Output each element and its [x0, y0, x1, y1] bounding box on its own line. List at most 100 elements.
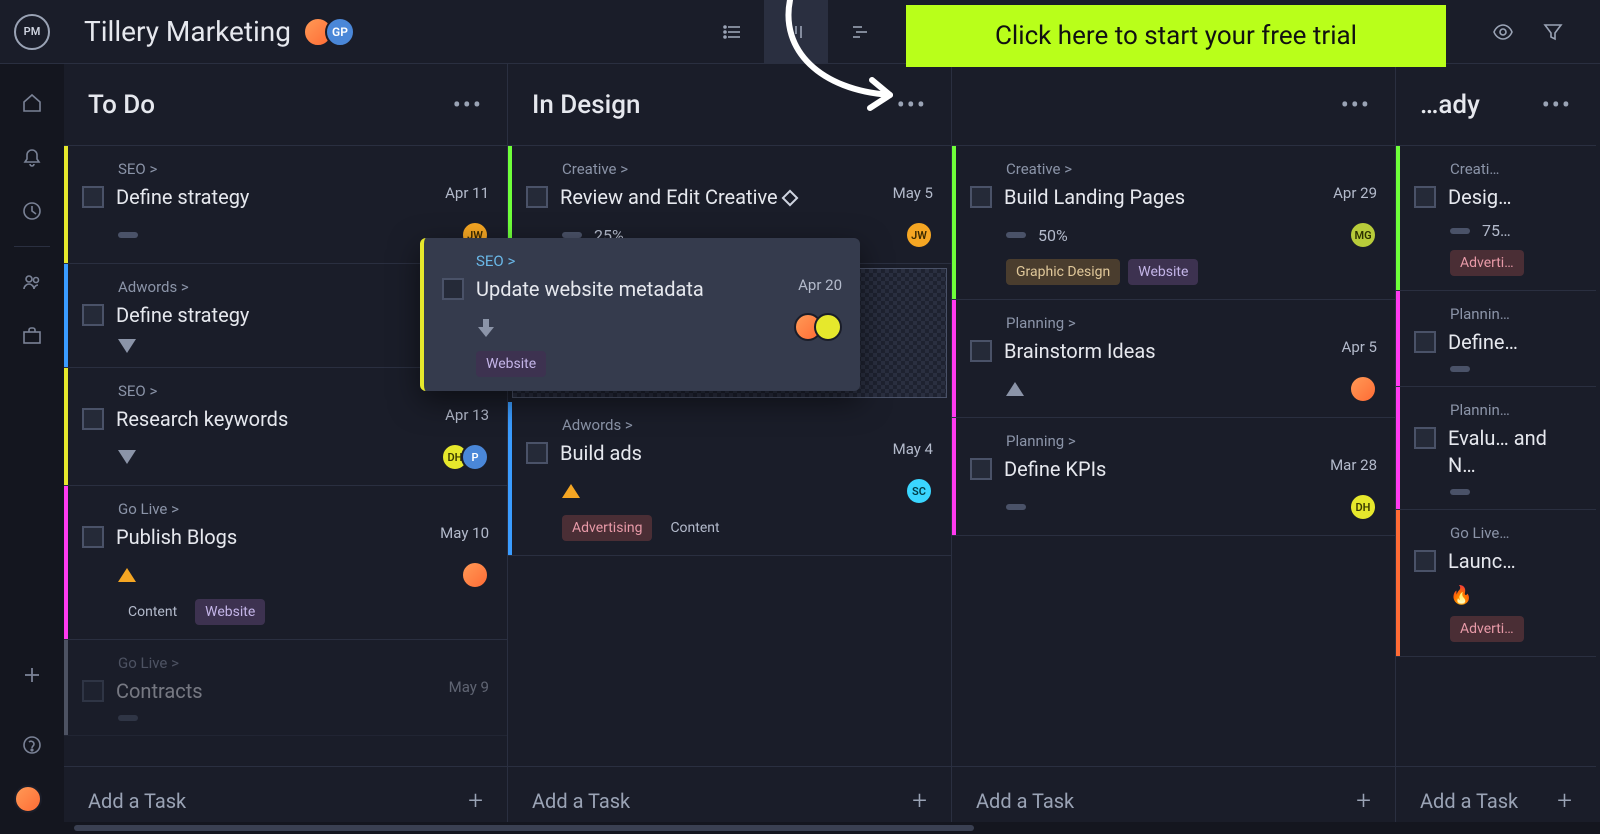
tag[interactable]: Website — [1128, 259, 1198, 285]
card-title: Define KPIs — [1004, 456, 1318, 483]
priority-down-icon — [478, 319, 494, 335]
card-checkbox[interactable] — [526, 442, 548, 464]
assignee-avatar[interactable] — [1349, 375, 1377, 403]
sidebar-recent-icon[interactable] — [0, 184, 64, 238]
task-card[interactable]: Plannin…Evalu… and N… — [1396, 387, 1596, 510]
header-avatar-group[interactable]: GP — [311, 17, 355, 47]
card-checkbox[interactable] — [1414, 331, 1436, 353]
assignee-avatar[interactable] — [814, 313, 842, 341]
card-avatars: DH — [1357, 493, 1377, 521]
progress-bar-icon — [1450, 228, 1470, 234]
view-board-icon[interactable] — [764, 0, 828, 64]
card-checkbox[interactable] — [1414, 427, 1436, 449]
card-meta — [1006, 375, 1377, 403]
sidebar-user-avatar[interactable] — [0, 772, 64, 826]
visibility-icon[interactable] — [1492, 21, 1514, 43]
card-checkbox[interactable] — [1414, 186, 1436, 208]
card-tags: Adverti… — [1450, 250, 1578, 276]
view-list-icon[interactable] — [700, 0, 764, 64]
priority-up-icon — [118, 568, 136, 582]
column-menu-icon[interactable]: ••• — [1341, 91, 1371, 119]
column-menu-icon[interactable]: ••• — [897, 91, 927, 119]
card-checkbox[interactable] — [82, 186, 104, 208]
scrollbar-thumb[interactable] — [74, 825, 974, 831]
card-tags: Adverti… — [1450, 616, 1578, 642]
tag[interactable]: Adverti… — [1450, 250, 1524, 276]
sidebar — [0, 64, 64, 834]
tag[interactable]: Advertising — [562, 515, 652, 541]
plus-icon: + — [468, 786, 483, 816]
card-title: Brainstorm Ideas — [1004, 338, 1330, 365]
card-avatars: DHP — [449, 443, 489, 471]
card-tags: Graphic Design Website — [1006, 259, 1377, 285]
view-gantt-icon[interactable] — [828, 0, 892, 64]
topbar-actions — [1492, 21, 1564, 43]
sidebar-help-icon[interactable] — [0, 718, 64, 772]
sidebar-team-icon[interactable] — [0, 255, 64, 309]
filter-icon[interactable] — [1542, 21, 1564, 43]
card-meta — [1450, 366, 1578, 372]
assignee-avatar[interactable]: JW — [905, 221, 933, 249]
cta-banner[interactable]: Click here to start your free trial — [906, 5, 1446, 67]
plus-icon: + — [1557, 786, 1572, 816]
card-date: Mar 28 — [1330, 456, 1377, 474]
sidebar-notifications-icon[interactable] — [0, 130, 64, 184]
priority-up-icon — [562, 484, 580, 498]
task-card[interactable]: Creati…Desig…75…Adverti… — [1396, 146, 1596, 291]
sidebar-portfolio-icon[interactable] — [0, 309, 64, 363]
tag[interactable]: Graphic Design — [1006, 259, 1120, 285]
card-checkbox[interactable] — [970, 340, 992, 362]
tag[interactable]: Content — [660, 515, 729, 541]
card-tags: Advertising Content — [562, 515, 933, 541]
card-checkbox[interactable] — [970, 186, 992, 208]
dragging-card[interactable]: SEO > Update website metadata Apr 20 Web… — [420, 238, 860, 391]
task-card[interactable]: Creative >Build Landing PagesApr 2950%MG… — [952, 146, 1395, 300]
tag[interactable]: Website — [195, 599, 265, 625]
card-category: Creative > — [1006, 160, 1377, 178]
tag[interactable]: Adverti… — [1450, 616, 1524, 642]
assignee-avatar[interactable]: MG — [1349, 221, 1377, 249]
card-checkbox[interactable] — [82, 304, 104, 326]
sidebar-home-icon[interactable] — [0, 76, 64, 130]
assignee-avatar[interactable]: DH — [1349, 493, 1377, 521]
header-avatar[interactable]: GP — [325, 17, 355, 47]
card-stripe — [508, 402, 512, 555]
task-card[interactable]: Plannin…Define… — [1396, 291, 1596, 387]
card-checkbox[interactable] — [82, 408, 104, 430]
progress-bar-icon — [118, 232, 138, 238]
assignee-avatar[interactable]: SC — [905, 477, 933, 505]
column-menu-icon[interactable]: ••• — [1542, 91, 1572, 119]
add-task-label: Add a Task — [88, 789, 186, 813]
app-logo[interactable]: PM — [0, 14, 64, 50]
card-checkbox[interactable] — [526, 186, 548, 208]
column-title: In Design — [532, 90, 640, 120]
card-stripe — [1396, 146, 1400, 290]
assignee-avatar[interactable] — [461, 561, 489, 589]
task-card[interactable]: Go Live >ContractsMay 9 — [64, 640, 507, 736]
card-title: Research keywords — [116, 406, 433, 433]
card-checkbox[interactable] — [970, 458, 992, 480]
sidebar-add-icon[interactable] — [0, 648, 64, 702]
task-card[interactable]: Adwords >Build adsMay 4SCAdvertisingCont… — [508, 402, 951, 556]
task-card[interactable]: Planning >Define KPIsMar 28DH — [952, 418, 1395, 536]
card-category: Go Live > — [118, 654, 489, 672]
card-category: Go Live… — [1450, 524, 1578, 542]
task-card[interactable]: Go Live >Publish BlogsMay 10ContentWebsi… — [64, 486, 507, 640]
card-checkbox[interactable] — [442, 278, 464, 300]
progress-bar-icon — [118, 715, 138, 721]
add-task-label: Add a Task — [976, 789, 1074, 813]
card-checkbox[interactable] — [82, 526, 104, 548]
assignee-avatar[interactable]: P — [461, 443, 489, 471]
plus-icon: + — [1356, 786, 1371, 816]
tag[interactable]: Content — [118, 599, 187, 625]
column-menu-icon[interactable]: ••• — [453, 91, 483, 119]
logo-badge: PM — [14, 14, 50, 50]
card-checkbox[interactable] — [1414, 550, 1436, 572]
task-card[interactable]: Planning >Brainstorm IdeasApr 5 — [952, 300, 1395, 418]
card-title: Publish Blogs — [116, 524, 428, 551]
card-checkbox[interactable] — [82, 680, 104, 702]
board-column: …ady•••Creati…Desig…75…Adverti…Plannin…D… — [1396, 64, 1596, 834]
task-card[interactable]: Go Live…Launc…🔥Adverti… — [1396, 510, 1596, 657]
tag[interactable]: Website — [476, 351, 546, 377]
horizontal-scrollbar[interactable] — [64, 822, 1600, 834]
